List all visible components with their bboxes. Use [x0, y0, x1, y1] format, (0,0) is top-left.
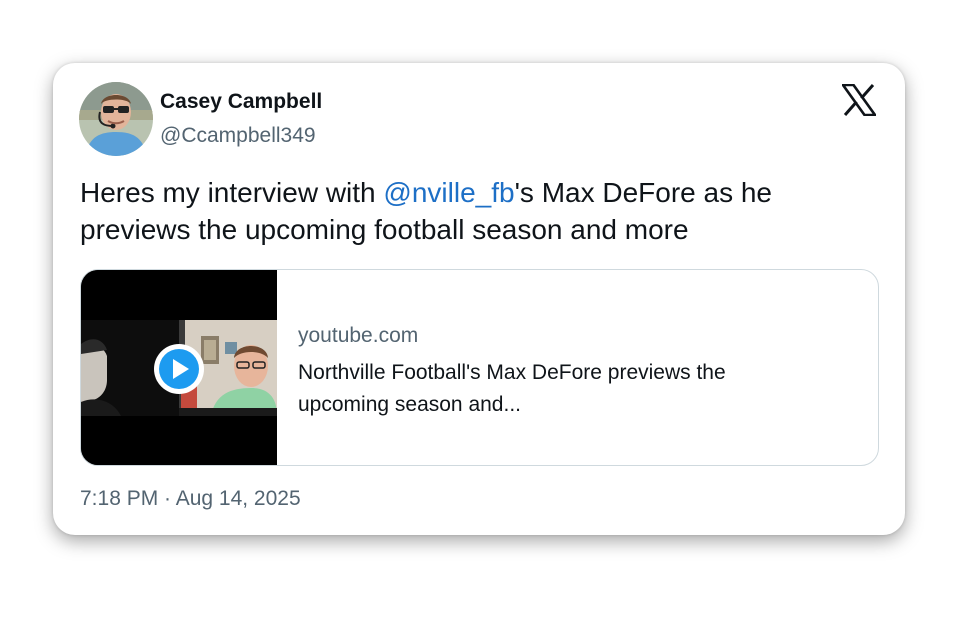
tweet-text: Heres my interview with @nville_fb's Max…: [80, 174, 880, 248]
link-preview-card[interactable]: youtube.com Northville Football's Max De…: [80, 269, 879, 466]
tweet-card[interactable]: Casey Campbell @Ccampbell349 Heres my in…: [53, 63, 905, 535]
x-logo-icon[interactable]: [840, 83, 878, 117]
user-handle[interactable]: @Ccampbell349: [160, 124, 316, 148]
tweet-timestamp[interactable]: 7:18 PM · Aug 14, 2025: [80, 487, 301, 511]
play-icon[interactable]: [152, 342, 206, 396]
link-title: Northville Football's Max DeFore preview…: [298, 361, 726, 416]
tweet-text-start: Heres my interview with: [80, 177, 384, 208]
avatar[interactable]: [79, 82, 153, 156]
display-name[interactable]: Casey Campbell: [160, 90, 322, 114]
avatar-image: [79, 82, 153, 156]
mention-link[interactable]: @nville_fb: [383, 177, 514, 208]
link-domain: youtube.com: [298, 324, 419, 347]
video-thumbnail[interactable]: [81, 270, 277, 465]
